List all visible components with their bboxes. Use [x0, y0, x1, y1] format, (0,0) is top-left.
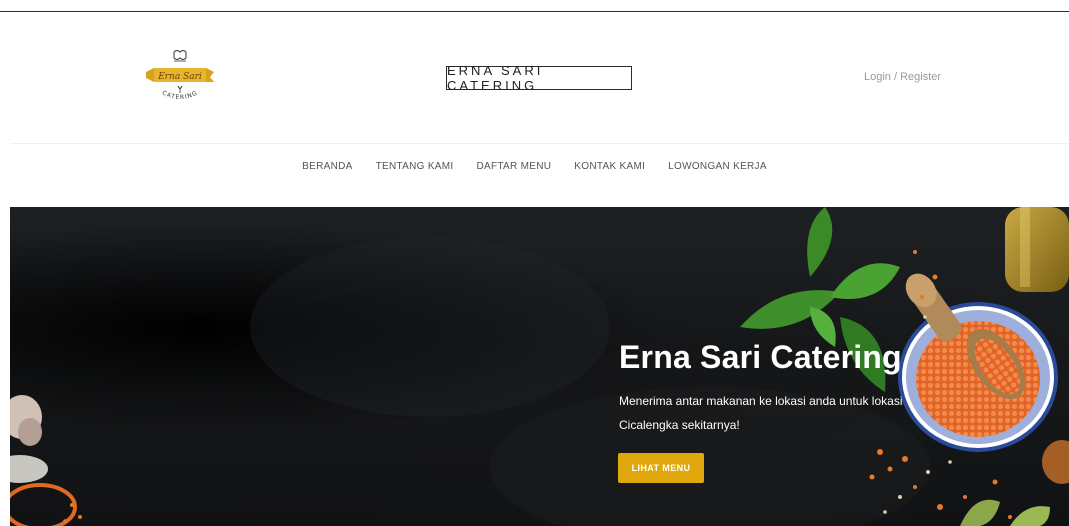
top-border-line — [0, 11, 1069, 12]
hero-subtitle: Menerima antar makanan ke lokasi anda un… — [619, 394, 903, 432]
nav-item-daftar-menu[interactable]: DAFTAR MENU — [465, 160, 563, 174]
view-menu-button[interactable]: LIHAT MENU — [618, 453, 704, 483]
nav-item-lowongan-kerja[interactable]: LOWONGAN KERJA — [657, 160, 779, 174]
nav-item-kontak-kami[interactable]: KONTAK KAMI — [563, 160, 657, 174]
hero-title: Erna Sari Catering — [619, 339, 902, 375]
login-register-link[interactable]: Login / Register — [864, 71, 941, 83]
logo-graphic: Erna Sari CATERING — [146, 50, 214, 101]
site-title[interactable]: ERNA SARI CATERING — [446, 63, 632, 93]
logo[interactable]: Erna Sari CATERING — [140, 48, 220, 110]
logo-script-text: Erna Sari — [157, 72, 202, 82]
main-nav: BERANDA TENTANG KAMI DAFTAR MENU KONTAK … — [0, 160, 1069, 174]
hero-background-image — [10, 207, 1069, 526]
hero-banner: Erna Sari Catering Menerima antar makana… — [10, 207, 1069, 526]
nav-item-tentang-kami[interactable]: TENTANG KAMI — [364, 160, 465, 174]
nav-divider — [10, 143, 1069, 144]
nav-item-beranda[interactable]: BERANDA — [291, 160, 364, 174]
